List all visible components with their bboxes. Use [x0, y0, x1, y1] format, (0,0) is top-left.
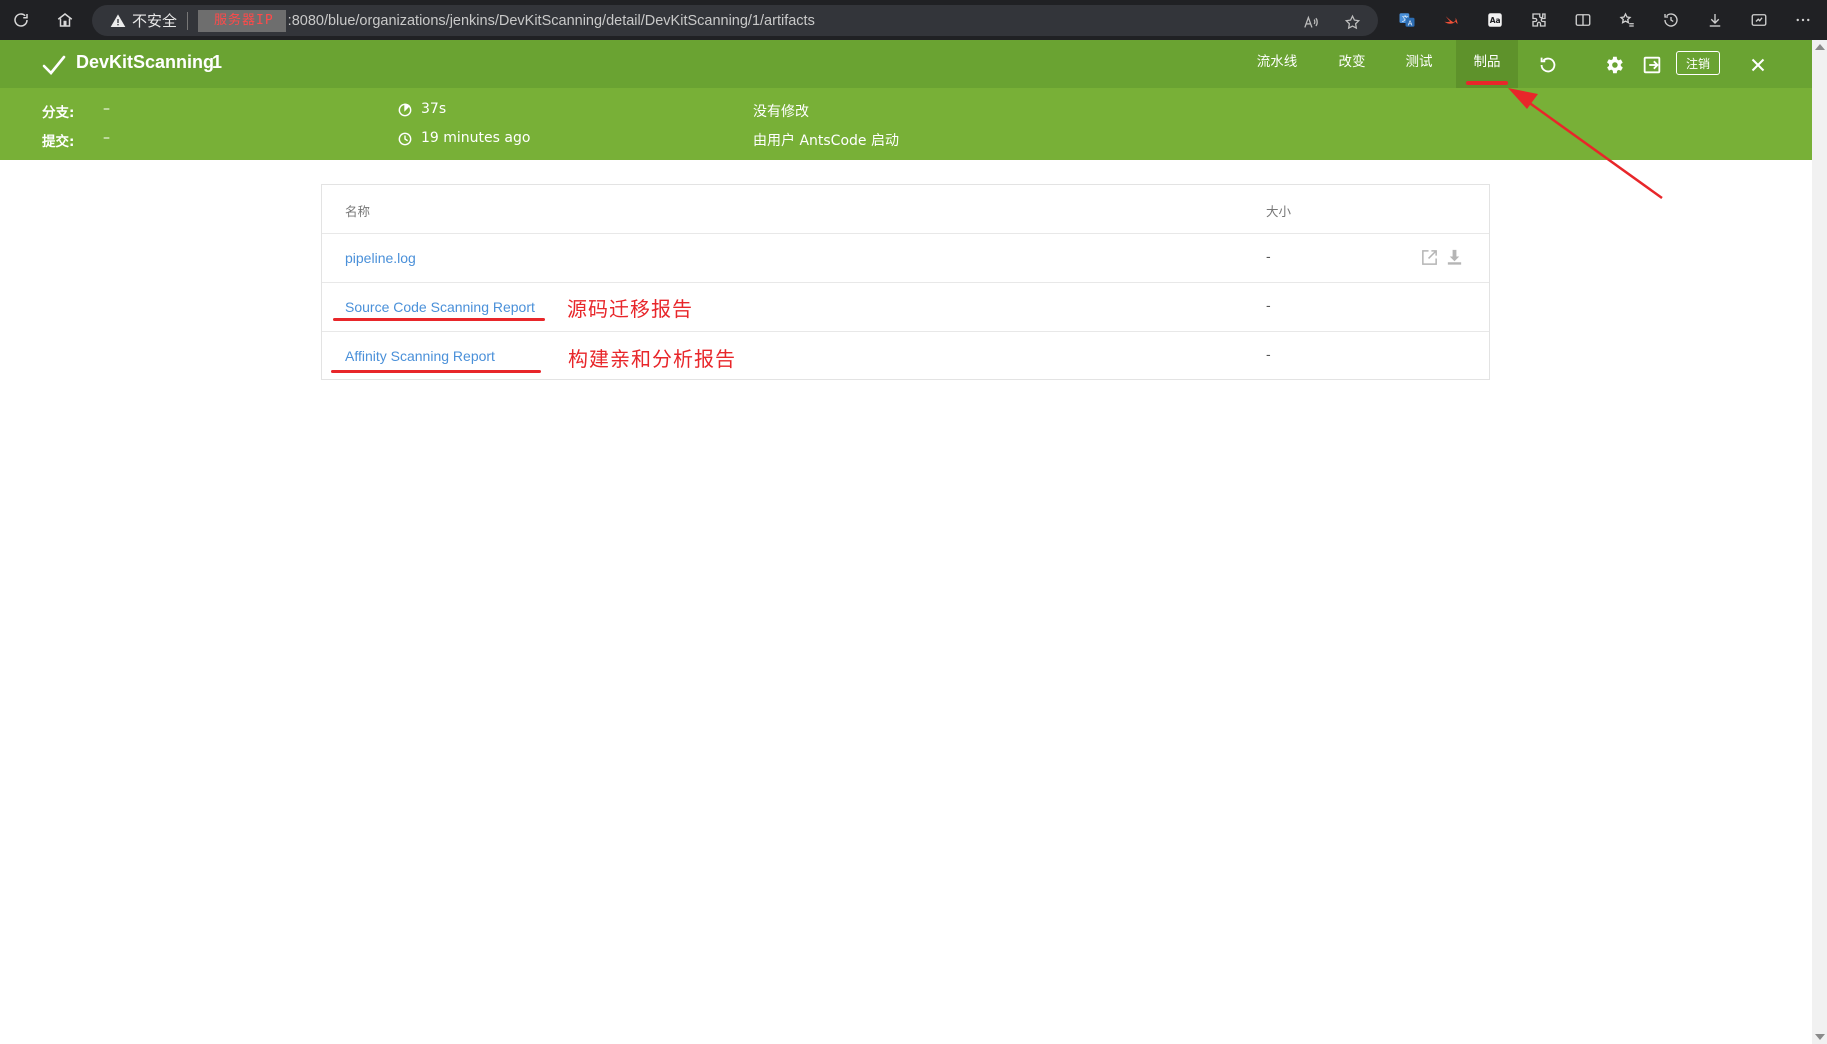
download-icon[interactable] — [1445, 248, 1464, 267]
affinity-report-underline — [331, 370, 541, 373]
tab-changes-label: 改变 — [1338, 54, 1366, 70]
run-title: DevKitScanning — [76, 52, 215, 72]
commit-label: 提交: — [42, 134, 75, 150]
duration-value: 37s — [421, 101, 447, 117]
cause-value: 由用户 AntsCode 启动 — [753, 133, 899, 149]
tab-changes[interactable]: 改变 — [1322, 40, 1382, 88]
artifact-link-source-code-scanning-report[interactable]: Source Code Scanning Report — [345, 299, 535, 315]
extensions-puzzle-icon[interactable] — [1527, 8, 1551, 32]
svg-text:A: A — [1408, 19, 1413, 27]
split-screen-icon[interactable] — [1571, 8, 1595, 32]
tab-pipeline[interactable]: 流水线 — [1247, 40, 1307, 88]
duration-icon — [398, 103, 412, 117]
table-row: Source Code Scanning Report - — [322, 283, 1489, 332]
dictionary-icon[interactable]: Aa — [1483, 8, 1507, 32]
commit-value: – — [103, 130, 110, 146]
table-row: Affinity Scanning Report - — [322, 332, 1489, 381]
tab-artifacts[interactable]: 制品 — [1456, 40, 1518, 88]
check-icon — [41, 52, 67, 78]
svg-text:Aa: Aa — [1490, 16, 1501, 25]
security-label[interactable]: 不安全 — [132, 10, 177, 31]
close-icon[interactable] — [1746, 53, 1770, 77]
tab-pipeline-label: 流水线 — [1256, 54, 1298, 70]
external-link-icon[interactable] — [1420, 248, 1439, 267]
clock-icon — [398, 132, 412, 146]
home-icon[interactable] — [53, 8, 77, 32]
artifact-size: - — [1266, 297, 1271, 313]
artifact-size: - — [1266, 346, 1271, 362]
favorite-star-icon[interactable] — [1340, 10, 1364, 34]
logout-button[interactable]: 注销 — [1676, 51, 1720, 75]
branch-value: – — [103, 101, 110, 117]
run-title-bar: DevKitScanning 1 流水线 改变 测试 制品 注销 — [0, 40, 1812, 88]
address-actions — [1298, 10, 1364, 34]
more-menu-icon[interactable] — [1791, 8, 1815, 32]
swift-icon[interactable] — [1439, 8, 1463, 32]
run-header: DevKitScanning 1 流水线 改变 测试 制品 注销 分支: – 提… — [0, 40, 1812, 160]
tab-tests[interactable]: 测试 — [1389, 40, 1449, 88]
affinity-report-note: 构建亲和分析报告 — [568, 347, 736, 371]
artifact-size: - — [1266, 248, 1271, 264]
table-header-row: 名称 大小 — [322, 185, 1489, 234]
reload-icon[interactable] — [9, 8, 33, 32]
artifact-link-pipeline-log[interactable]: pipeline.log — [345, 250, 416, 266]
browser-toolbar: 不安全 服务器IP :8080/blue/organizations/jenki… — [0, 0, 1827, 40]
address-separator — [187, 11, 189, 30]
read-aloud-icon[interactable] — [1298, 10, 1322, 34]
favorites-icon[interactable] — [1615, 8, 1639, 32]
tab-tests-label: 测试 — [1405, 54, 1433, 70]
tab-artifacts-label: 制品 — [1473, 54, 1501, 70]
page-scrollbar[interactable] — [1812, 40, 1827, 1044]
source-report-note: 源码迁移报告 — [567, 297, 693, 321]
branch-label: 分支: — [42, 105, 75, 121]
rerun-icon[interactable] — [1536, 53, 1560, 77]
column-header-name: 名称 — [345, 204, 371, 219]
gear-icon[interactable] — [1602, 53, 1626, 77]
address-bar[interactable]: 不安全 服务器IP :8080/blue/organizations/jenki… — [92, 5, 1378, 36]
browser-extensions: 文A Aa — [1395, 8, 1815, 32]
warning-icon — [110, 13, 126, 29]
performance-icon[interactable] — [1747, 8, 1771, 32]
changes-value: 没有修改 — [753, 104, 809, 120]
translate-icon[interactable]: 文A — [1395, 8, 1419, 32]
run-number: 1 — [212, 52, 223, 72]
scroll-up-arrow[interactable] — [1815, 44, 1825, 50]
column-header-size: 大小 — [1266, 204, 1292, 219]
url-text[interactable]: :8080/blue/organizations/jenkins/DevKitS… — [288, 13, 815, 29]
history-icon[interactable] — [1659, 8, 1683, 32]
artifacts-table: 名称 大小 pipeline.log - Source Code Scannin… — [321, 184, 1490, 380]
scroll-down-arrow[interactable] — [1815, 1034, 1825, 1040]
source-report-underline — [333, 318, 545, 321]
started-value: 19 minutes ago — [421, 130, 531, 146]
exit-icon[interactable] — [1640, 53, 1664, 77]
artifact-link-affinity-scanning-report[interactable]: Affinity Scanning Report — [345, 348, 495, 364]
table-row: pipeline.log - — [322, 234, 1489, 283]
downloads-icon[interactable] — [1703, 8, 1727, 32]
masked-host: 服务器IP — [198, 9, 286, 32]
active-tab-annotation-underline — [1466, 81, 1508, 85]
